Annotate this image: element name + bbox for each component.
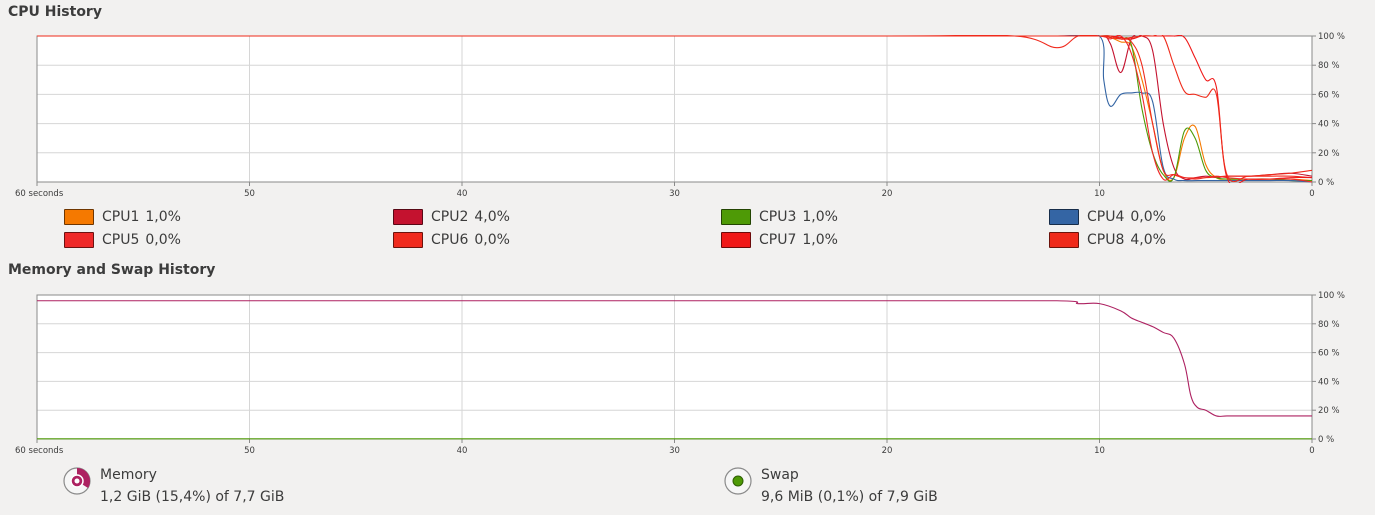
mem-y-tick-label: 100 %	[1318, 291, 1345, 301]
mem-x-tick-label: 10	[1094, 446, 1105, 456]
swap-pie-icon[interactable]	[723, 466, 753, 496]
mem-x-tick-label: 60 seconds	[15, 446, 64, 456]
mem-x-tick-label: 0	[1309, 446, 1314, 456]
memory-value: 1,2 GiB (15,4%) of 7,7 GiB	[100, 489, 285, 505]
mem-x-tick-label: 30	[669, 446, 680, 456]
memory-info: Memory 1,2 GiB (15,4%) of 7,7 GiB	[62, 464, 284, 508]
mem-x-tick-label: 20	[882, 446, 893, 456]
mem-y-tick-label: 80 %	[1318, 320, 1340, 330]
swap-info: Swap 9,6 MiB (0,1%) of 7,9 GiB	[723, 464, 938, 508]
mem-y-tick-label: 60 %	[1318, 349, 1340, 359]
memory-label: Memory	[100, 467, 157, 483]
swap-label: Swap	[761, 467, 799, 483]
mem-x-tick-label: 40	[457, 446, 468, 456]
memory-swap-history-graph: 100 % 80 % 60 % 40 % 20 % 0 % 60 seconds 50 40 30…	[15, 291, 1345, 456]
swap-value: 9,6 MiB (0,1%) of 7,9 GiB	[761, 489, 938, 505]
mem-y-tick-label: 0 %	[1318, 435, 1334, 445]
mem-x-tick-label: 50	[244, 446, 255, 456]
mem-y-tick-label: 40 %	[1318, 377, 1340, 387]
mem-y-tick-label: 20 %	[1318, 406, 1340, 416]
memory-pie-icon[interactable]	[62, 466, 92, 496]
